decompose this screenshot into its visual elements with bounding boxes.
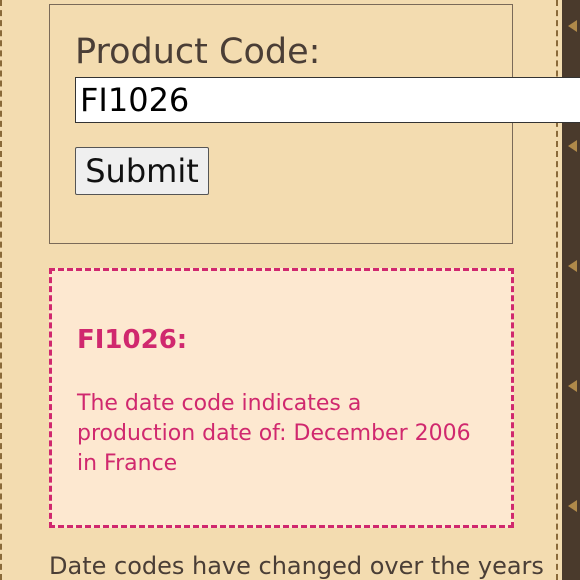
pattern-mark-icon: [568, 500, 577, 512]
result-code-heading: FI1026:: [77, 325, 188, 355]
pattern-mark-icon: [568, 380, 577, 392]
pattern-mark-icon: [568, 260, 577, 272]
result-line: The date code indicates a: [77, 391, 362, 416]
result-line: production date of: December 2006: [77, 421, 471, 446]
result-message: The date code indicates a production dat…: [77, 389, 497, 479]
pattern-mark-icon: [568, 20, 577, 32]
submit-button[interactable]: Submit: [75, 147, 209, 195]
product-code-input[interactable]: [75, 77, 580, 123]
date-codes-info-text: Date codes have changed over the years: [49, 552, 544, 580]
result-line: in France: [77, 451, 178, 476]
product-code-label: Product Code:: [75, 32, 321, 72]
pattern-mark-icon: [568, 140, 577, 152]
